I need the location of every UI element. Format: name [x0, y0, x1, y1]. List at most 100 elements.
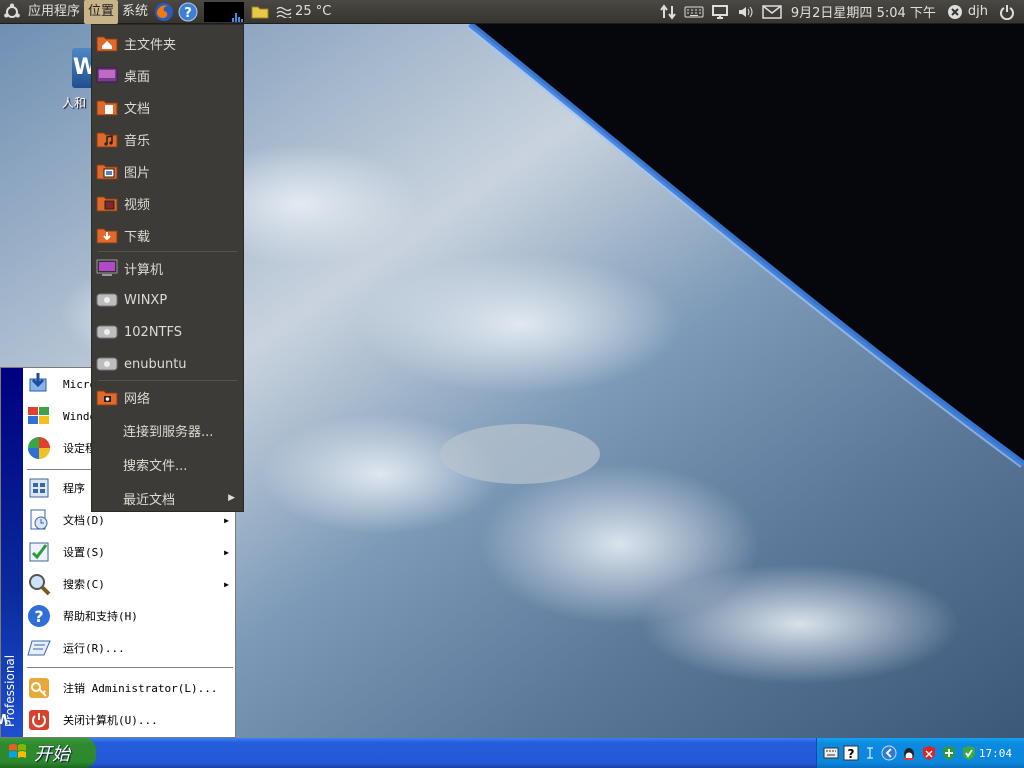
taskbar: 开始 ? 17:04 — [0, 738, 1024, 768]
mail-icon[interactable] — [759, 1, 785, 23]
places-item-label: 网络 — [124, 391, 151, 407]
help-icon[interactable]: ? — [843, 744, 859, 762]
run-icon — [23, 634, 55, 662]
settings-icon — [23, 538, 55, 566]
xp-menu-item-shutdown[interactable]: 关闭计算机(U)... — [23, 704, 235, 736]
computer-icon — [96, 257, 118, 279]
panel-clock[interactable]: 9月2日星期四 5:04 下午 — [785, 2, 942, 21]
power-icon[interactable] — [994, 1, 1020, 23]
drive-icon — [96, 353, 118, 375]
weather-applet[interactable]: 25 °C — [276, 4, 331, 19]
network-icon[interactable] — [655, 1, 681, 23]
submenu-arrow-icon: ▶ — [224, 515, 229, 525]
places-item-documents[interactable]: 文档 — [92, 91, 243, 123]
weather-icon — [276, 6, 292, 18]
drive-icon — [96, 321, 118, 343]
music-folder-icon — [96, 128, 118, 150]
panel-username[interactable]: djh — [968, 4, 994, 19]
help-support-icon: ? — [23, 602, 55, 630]
taskbar-clock[interactable]: 17:04 — [979, 747, 1012, 760]
folder-icon[interactable] — [249, 1, 271, 23]
qq-icon[interactable] — [901, 744, 917, 762]
svg-text:?: ? — [34, 607, 43, 626]
videos-folder-icon — [96, 192, 118, 214]
firefox-icon[interactable] — [153, 1, 175, 23]
places-item-recent-documents[interactable]: 最近文档 ▶ — [92, 481, 243, 515]
xp-brand: Windows XP — [0, 710, 8, 725]
places-item-label: enubuntu — [124, 356, 187, 372]
keyboard-icon[interactable] — [681, 1, 707, 23]
places-item-pictures[interactable]: 图片 — [92, 155, 243, 187]
start-button[interactable]: 开始 — [0, 738, 96, 768]
network-folder-icon — [96, 386, 118, 408]
pictures-folder-icon — [96, 160, 118, 182]
places-item-label: 主文件夹 — [124, 37, 177, 53]
xp-menu-item-label: 设置(S) — [63, 546, 105, 559]
display-icon[interactable] — [707, 1, 733, 23]
places-item-connect-server[interactable]: 连接到服务器... — [92, 413, 243, 447]
xp-menu-item-label: 搜索(C) — [63, 578, 105, 591]
desktop-folder-icon — [96, 64, 118, 86]
places-item-label: 计算机 — [124, 262, 164, 278]
places-item-label: 图片 — [124, 165, 151, 181]
shield-green-icon[interactable] — [941, 744, 957, 762]
places-item-label: 下载 — [124, 229, 151, 245]
top-panel: 应用程序 位置 系统 ? 25 °C 9月2日星期四 5:04 下午 djh — [0, 0, 1024, 24]
places-item-label: 视频 — [124, 197, 151, 213]
system-monitor-icon[interactable] — [204, 1, 245, 22]
places-item-label: 文档 — [124, 101, 151, 117]
desktop-icon-word-doc[interactable]: W 人和 — [62, 48, 98, 110]
menu-places[interactable]: 位置 — [84, 0, 119, 24]
windows-update-icon — [23, 370, 55, 398]
places-item-label: 最近文档 — [123, 492, 176, 508]
downloads-folder-icon — [96, 224, 118, 246]
windows-flag-icon — [8, 742, 28, 765]
submenu-arrow-icon: ▶ — [224, 547, 229, 557]
places-item-label: 音乐 — [124, 133, 151, 149]
places-item-home[interactable]: 主文件夹 — [92, 27, 243, 59]
places-item-label: 桌面 — [124, 69, 151, 85]
ubuntu-logo-icon[interactable] — [1, 1, 23, 23]
arrow-icon[interactable] — [881, 744, 897, 762]
desktop-icon-label: 人和 — [62, 96, 87, 110]
xp-menu-item-label: 运行(R)... — [63, 642, 125, 655]
xp-menu-item-label: 注销 Administrator(L)... — [63, 682, 218, 695]
system-tray: ? 17:04 — [816, 738, 1024, 768]
places-item-winxp[interactable]: WINXP — [92, 284, 243, 316]
windows-catalog-icon — [23, 402, 55, 430]
places-item-downloads[interactable]: 下载 — [92, 219, 243, 251]
search-icon — [23, 570, 55, 598]
places-item-label: WINXP — [124, 292, 168, 308]
xp-menu-item-help[interactable]: ? 帮助和支持(H) — [23, 600, 235, 632]
places-item-music[interactable]: 音乐 — [92, 123, 243, 155]
keyboard-icon[interactable] — [823, 744, 839, 762]
places-item-search-files[interactable]: 搜索文件... — [92, 447, 243, 481]
user-close-icon[interactable] — [942, 1, 968, 23]
places-item-desktop[interactable]: 桌面 — [92, 59, 243, 91]
places-item-label: 连接到服务器... — [123, 424, 214, 440]
programs-icon — [23, 474, 55, 502]
places-item-videos[interactable]: 视频 — [92, 187, 243, 219]
menu-applications[interactable]: 应用程序 — [24, 0, 84, 24]
places-item-network[interactable]: 网络 — [92, 381, 243, 413]
drive-icon — [96, 289, 118, 311]
xp-menu-item-run[interactable]: 运行(R)... — [23, 632, 235, 664]
places-item-102ntfs[interactable]: 102NTFS — [92, 316, 243, 348]
xp-menu-item-search[interactable]: 搜索(C) ▶ — [23, 568, 235, 600]
shield-red-icon[interactable] — [921, 744, 937, 762]
shield-check-icon[interactable] — [961, 744, 977, 762]
xp-menu-item-settings[interactable]: 设置(S) ▶ — [23, 536, 235, 568]
xp-menu-item-label: 关闭计算机(U)... — [63, 714, 158, 727]
volume-icon[interactable] — [733, 1, 759, 23]
xp-menu-separator — [27, 667, 233, 669]
places-item-enubuntu[interactable]: enubuntu — [92, 348, 243, 380]
menu-system[interactable]: 系统 — [118, 0, 152, 24]
help-icon[interactable]: ? — [177, 1, 199, 23]
weather-temperature: 25 °C — [295, 4, 332, 19]
lang-icon[interactable] — [863, 744, 877, 762]
places-menu: 主文件夹 桌面 文档 音乐 图片 视频 下载 计算机 WINXP 102NTFS… — [91, 24, 244, 512]
documents-icon — [23, 506, 55, 534]
home-folder-icon — [96, 32, 118, 54]
xp-menu-item-logoff[interactable]: 注销 Administrator(L)... — [23, 672, 235, 704]
places-item-computer[interactable]: 计算机 — [92, 252, 243, 284]
